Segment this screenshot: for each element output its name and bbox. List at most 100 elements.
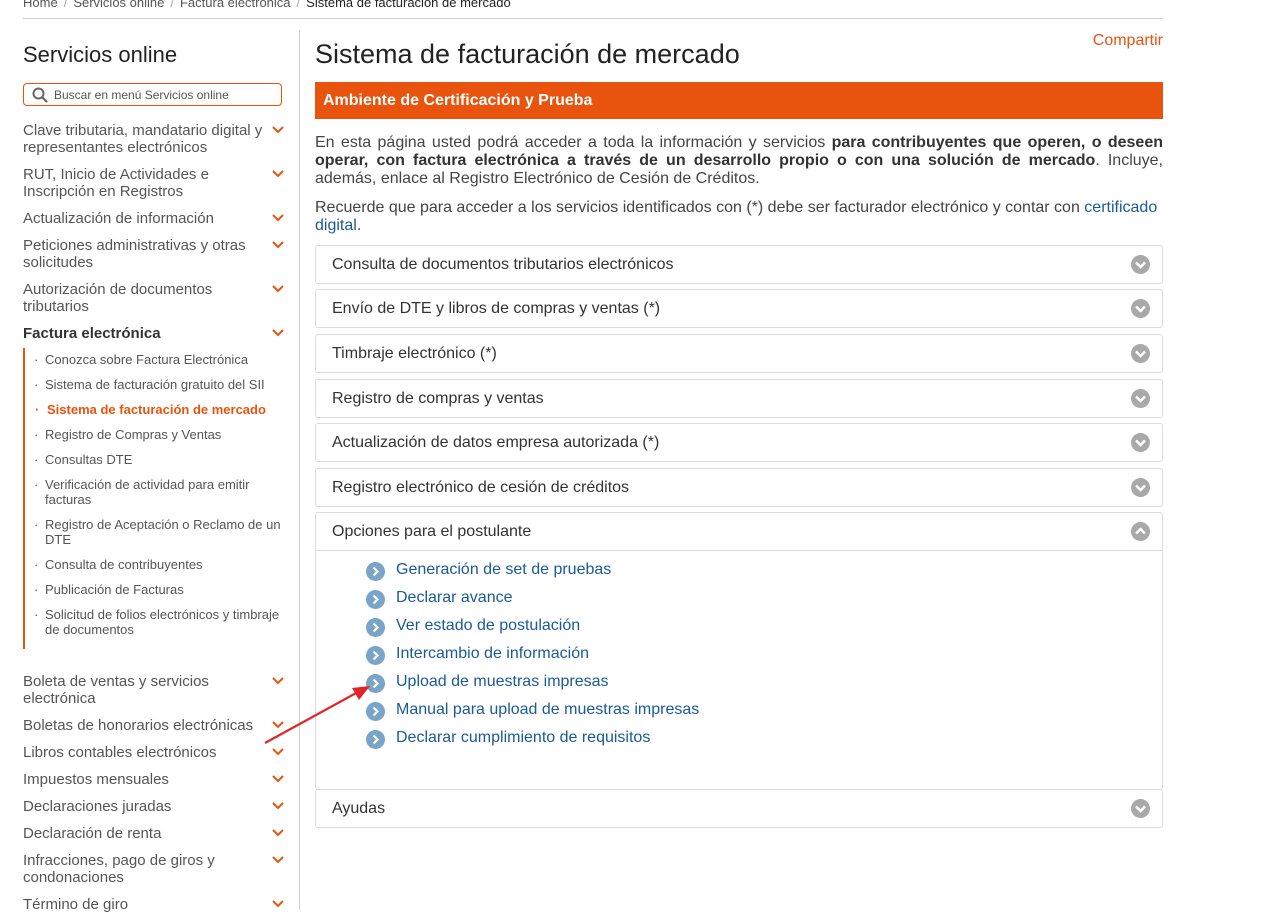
sidebar-item-boleta-ventas[interactable]: Boleta de ventas y servicios electrónica (23, 673, 287, 707)
sidebar-item-label: Declaración de renta (23, 825, 162, 842)
accordion-header[interactable]: Ayudas (316, 790, 1162, 827)
accordion-header[interactable]: Actualización de datos empresa autorizad… (316, 424, 1162, 461)
submenu-item[interactable]: · Solicitud de folios electrónicos y timb… (25, 607, 287, 637)
accordion-header[interactable]: Consulta de documentos tributarios elect… (316, 246, 1162, 283)
accordion-actualizacion-datos[interactable]: Actualización de datos empresa autorizad… (315, 423, 1163, 462)
sidebar-item-clave-tributaria[interactable]: Clave tributaria, mandatario digital y r… (23, 122, 287, 156)
sidebar-item-impuestos-mensuales[interactable]: Impuestos mensuales (23, 771, 287, 788)
chevron-down-icon (272, 241, 284, 249)
share-link[interactable]: Compartir (1093, 32, 1163, 50)
accordion-opciones-postulante[interactable]: Opciones para el postulante Generación d… (315, 512, 1163, 790)
chevron-right-circle-icon (366, 590, 385, 609)
accordion-header[interactable]: Timbraje electrónico (*) (316, 335, 1162, 372)
submenu-item[interactable]: · Registro de Compras y Ventas (25, 427, 287, 442)
accordion-header[interactable]: Registro electrónico de cesión de crédit… (316, 469, 1162, 506)
submenu-item-current[interactable]: · Sistema de facturación de mercado (25, 402, 287, 417)
chevron-down-icon (272, 900, 284, 908)
submenu-item-label: Registro de Aceptación o Reclamo de un D… (45, 517, 281, 547)
chevron-down-icon (272, 677, 284, 685)
accordion-label: Ayudas (332, 800, 386, 817)
chevron-down-icon (272, 170, 284, 178)
sidebar-item-actualizacion[interactable]: Actualización de información (23, 210, 287, 227)
intro-text: En esta página usted podrá acceder a tod… (315, 134, 832, 151)
accordion-cesion-creditos[interactable]: Registro electrónico de cesión de crédit… (315, 468, 1163, 507)
chevron-down-circle-icon (1131, 255, 1150, 274)
accordion-timbraje[interactable]: Timbraje electrónico (*) (315, 334, 1163, 373)
sidebar-item-label: Boleta de ventas y servicios electrónica (23, 673, 209, 707)
submenu-item[interactable]: · Registro de Aceptación o Reclamo de un … (25, 517, 287, 547)
accordion-label: Registro de compras y ventas (332, 390, 544, 407)
bullet: · (35, 402, 40, 417)
submenu-item[interactable]: · Consultas DTE (25, 452, 287, 467)
sidebar-item-label: Libros contables electrónicos (23, 744, 217, 761)
chevron-down-icon (272, 856, 284, 864)
sidebar-item-peticiones[interactable]: Peticiones administrativas y otras solic… (23, 237, 287, 271)
submenu-item[interactable]: · Verificación de actividad para emitir f… (25, 477, 287, 507)
chevron-down-circle-icon (1131, 344, 1150, 363)
accordion-header[interactable]: Registro de compras y ventas (316, 380, 1162, 417)
accordion-header[interactable]: Opciones para el postulante (316, 513, 1162, 550)
option-label: Declarar avance (396, 589, 513, 606)
note-text-end: . (356, 217, 362, 234)
breadcrumb-servicios-online[interactable]: Servicios online (73, 0, 164, 10)
sidebar-item-infracciones[interactable]: Infracciones, pago de giros y condonacio… (23, 852, 287, 886)
breadcrumb-home[interactable]: Home (23, 0, 58, 10)
accordion-envio-dte[interactable]: Envío de DTE y libros de compras y venta… (315, 289, 1163, 328)
chevron-down-icon (272, 829, 284, 837)
chevron-right-circle-icon (366, 674, 385, 693)
accordion-consulta-dte[interactable]: Consulta de documentos tributarios elect… (315, 245, 1163, 284)
chevron-down-circle-icon (1131, 433, 1150, 452)
submenu-item-label: Sistema de facturación de mercado (47, 402, 266, 417)
submenu-item[interactable]: · Consulta de contribuyentes (25, 557, 287, 572)
sidebar-item-boletas-honorarios[interactable]: Boletas de honorarios electrónicas (23, 717, 287, 734)
sidebar-item-label: Factura electrónica (23, 325, 161, 342)
sidebar-submenu-factura: · Conozca sobre Factura Electrónica · Sist… (23, 348, 287, 649)
sidebar-item-label: Boletas de honorarios electrónicas (23, 717, 254, 734)
sidebar-item-declaracion-renta[interactable]: Declaración de renta (23, 825, 287, 842)
bullet: · (34, 377, 39, 392)
sidebar-item-factura-electronica[interactable]: Factura electrónica (23, 325, 287, 342)
sidebar-title: Servicios online (23, 42, 178, 67)
bullet: · (34, 427, 39, 442)
option-label: Upload de muestras impresas (396, 673, 609, 690)
sidebar-item-label: Declaraciones juradas (23, 798, 172, 815)
submenu-item[interactable]: · Sistema de facturación gratuito del SII (25, 377, 287, 392)
chevron-down-icon (272, 748, 284, 756)
sidebar-item-label: Autorización de documentos tributarios (23, 281, 213, 315)
bullet: · (34, 452, 39, 467)
chevron-right-circle-icon (366, 618, 385, 637)
sidebar-item-libros-contables[interactable]: Libros contables electrónicos (23, 744, 287, 761)
accordion-registro-compras[interactable]: Registro de compras y ventas (315, 379, 1163, 418)
bullet: · (34, 607, 39, 622)
submenu-item-label: Sistema de facturación gratuito del SII (45, 377, 265, 392)
accordion-body: Generación de set de pruebas Declarar av… (316, 550, 1162, 789)
accordion-header[interactable]: Envío de DTE y libros de compras y venta… (316, 290, 1162, 327)
bullet: · (34, 477, 39, 492)
breadcrumb-factura-electronica[interactable]: Factura electrónica (180, 0, 291, 10)
accordion-ayudas[interactable]: Ayudas (315, 789, 1163, 828)
sidebar-search-input[interactable]: Buscar en menú Servicios online (23, 83, 282, 106)
chevron-down-icon (272, 721, 284, 729)
chevron-down-circle-icon (1131, 478, 1150, 497)
sidebar-item-autorizacion[interactable]: Autorización de documentos tributarios (23, 281, 287, 315)
submenu-item-label: Solicitud de folios electrónicos y timbr… (45, 607, 280, 637)
sidebar-item-label: Actualización de información (23, 210, 214, 227)
accordion-label: Envío de DTE y libros de compras y venta… (332, 300, 661, 317)
sidebar-item-label: Impuestos mensuales (23, 771, 169, 788)
sidebar-item-label: Peticiones administrativas y otras solic… (23, 237, 246, 271)
submenu-item[interactable]: · Conozca sobre Factura Electrónica (25, 352, 287, 367)
submenu-item-label: Registro de Compras y Ventas (45, 427, 222, 442)
breadcrumb-separator: / (170, 0, 174, 10)
submenu-item-label: Consulta de contribuyentes (45, 557, 203, 572)
environment-banner: Ambiente de Certificación y Prueba (315, 82, 1163, 119)
submenu-item[interactable]: · Publicación de Facturas (25, 582, 287, 597)
sidebar-menu: Clave tributaria, mandatario digital y r… (23, 122, 287, 923)
sidebar-item-declaraciones-juradas[interactable]: Declaraciones juradas (23, 798, 287, 815)
option-label: Intercambio de información (396, 645, 589, 662)
sidebar-item-rut[interactable]: RUT, Inicio de Actividades e Inscripción… (23, 166, 287, 200)
chevron-right-circle-icon (366, 702, 385, 721)
submenu-item-label: Verificación de actividad para emitir fa… (45, 477, 250, 507)
sidebar-item-termino-giro[interactable]: Término de giro (23, 896, 287, 913)
page-title: Sistema de facturación de mercado (315, 39, 740, 69)
breadcrumb-current: Sistema de facturación de mercado (306, 0, 511, 10)
